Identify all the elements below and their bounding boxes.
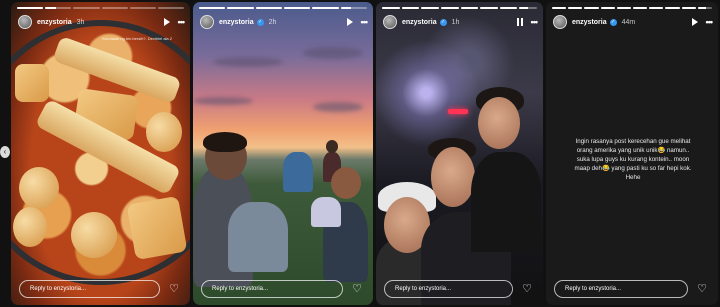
reply-input[interactable]: Reply to enzystoria... bbox=[384, 280, 513, 298]
username[interactable]: enzystoria bbox=[219, 19, 254, 26]
story-header: enzystoria ✓ 1h ••• bbox=[383, 14, 539, 30]
username[interactable]: enzystoria bbox=[572, 19, 607, 26]
nav-left-button[interactable]: ‹ bbox=[0, 146, 10, 158]
story-progress bbox=[199, 7, 367, 9]
play-icon[interactable] bbox=[691, 18, 698, 26]
story-card-1[interactable]: enzystoria 3h ••• Kendalah ng bin bersih… bbox=[11, 2, 190, 305]
story-header: enzystoria ✓ 44m ••• bbox=[553, 14, 714, 30]
more-options-icon[interactable]: ••• bbox=[361, 18, 369, 27]
verified-badge-icon: ✓ bbox=[609, 18, 617, 26]
verified-badge-icon: ✓ bbox=[256, 18, 264, 26]
username[interactable]: enzystoria bbox=[37, 19, 72, 26]
story-header: enzystoria 3h ••• bbox=[18, 14, 186, 30]
story-progress bbox=[552, 7, 713, 9]
play-icon[interactable] bbox=[163, 18, 170, 26]
avatar[interactable] bbox=[18, 15, 32, 29]
like-heart-icon[interactable]: ♡ bbox=[351, 283, 363, 295]
avatar[interactable] bbox=[200, 15, 214, 29]
verified-badge-icon: ✓ bbox=[439, 18, 447, 26]
play-icon[interactable] bbox=[346, 18, 353, 26]
reply-input[interactable]: Reply to enzystoria... bbox=[19, 280, 160, 298]
story-text: Ingin rasanya post kerecehan gue melihat… bbox=[574, 138, 692, 181]
like-heart-icon[interactable]: ♡ bbox=[521, 283, 533, 295]
story-progress bbox=[17, 7, 185, 9]
avatar[interactable] bbox=[553, 15, 567, 29]
story-progress bbox=[382, 7, 537, 9]
story-image-food bbox=[11, 2, 190, 305]
story-image-fireworks-selfie bbox=[376, 2, 543, 305]
story-time: 3h bbox=[76, 18, 85, 26]
story-header: enzystoria ✓ 2h ••• bbox=[200, 14, 369, 30]
reply-input[interactable]: Reply to enzystoria... bbox=[554, 280, 688, 298]
avatar[interactable] bbox=[383, 15, 397, 29]
story-card-4[interactable]: enzystoria ✓ 44m ••• Ingin rasanya post … bbox=[546, 2, 718, 305]
more-options-icon[interactable]: ••• bbox=[531, 18, 539, 27]
like-heart-icon[interactable]: ♡ bbox=[696, 283, 708, 295]
pause-icon[interactable] bbox=[516, 18, 523, 26]
story-card-2[interactable]: enzystoria ✓ 2h ••• Reply to enzystoria.… bbox=[193, 2, 373, 305]
more-options-icon[interactable]: ••• bbox=[178, 18, 186, 27]
story-image-sunset-park bbox=[193, 2, 373, 305]
reply-input[interactable]: Reply to enzystoria... bbox=[201, 280, 343, 298]
like-heart-icon[interactable]: ♡ bbox=[168, 283, 180, 295]
story-card-3[interactable]: enzystoria ✓ 1h ••• Reply to enzystoria.… bbox=[376, 2, 543, 305]
story-time: 1h bbox=[451, 18, 460, 26]
story-time: 44m bbox=[621, 18, 636, 26]
story-time: 2h bbox=[268, 18, 277, 26]
story-caption: Kendalah ng bin bersih?. Devitriel ala 2 bbox=[102, 36, 172, 41]
more-options-icon[interactable]: ••• bbox=[706, 18, 714, 27]
username[interactable]: enzystoria bbox=[402, 19, 437, 26]
